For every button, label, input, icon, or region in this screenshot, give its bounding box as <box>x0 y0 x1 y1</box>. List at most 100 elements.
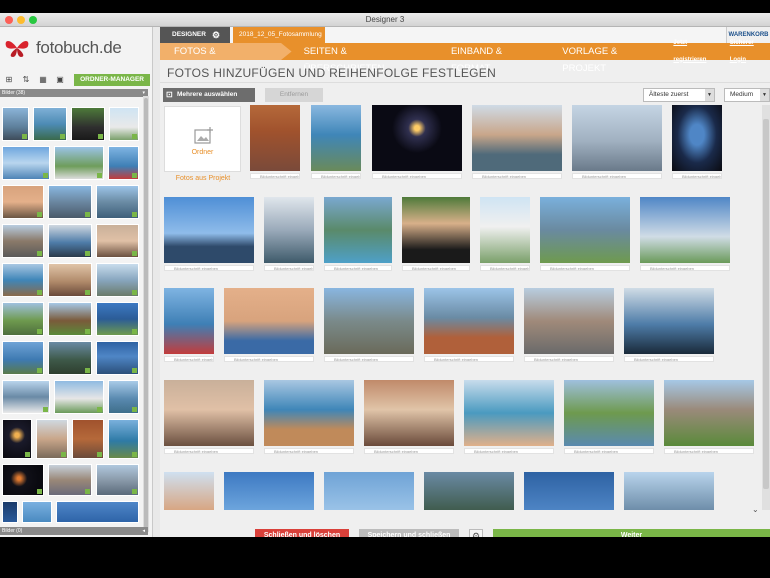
thumbnail[interactable] <box>2 263 44 297</box>
sort-select[interactable]: Älteste zuerst ▼ <box>643 88 715 102</box>
photo-card[interactable]: Bildunterschrift eingeben <box>524 288 614 362</box>
caption-input[interactable]: Bildunterschrift eingeben <box>250 173 300 179</box>
thumbnail[interactable] <box>2 341 44 375</box>
caption-input[interactable]: Bildunterschrift eingeben <box>372 173 462 179</box>
settings-gear-icon[interactable]: ⚙ <box>469 529 483 537</box>
next-button[interactable]: Weiter <box>493 529 770 537</box>
photo-card[interactable]: Bildunterschrift eingeben <box>624 288 714 362</box>
photo-card[interactable]: Bildunterschrift eingeben <box>364 380 454 454</box>
thumbnail[interactable] <box>48 302 92 336</box>
thumbnail[interactable] <box>22 501 52 523</box>
thumbnail[interactable] <box>2 224 44 258</box>
photo-card[interactable]: Bildunterschrift eingeben <box>324 197 392 271</box>
display-icon[interactable]: ▣ <box>53 75 67 85</box>
thumbnail[interactable] <box>96 263 139 297</box>
close-and-delete-button[interactable]: Schließen und löschen <box>255 529 349 537</box>
caption-input[interactable]: Bildunterschrift eingeben <box>224 356 314 362</box>
photo-card[interactable]: Bildunterschrift eingeben <box>311 105 361 179</box>
photo-card[interactable]: Bildunterschrift eingeben <box>324 288 414 362</box>
photo-card[interactable]: Bildunterschrift eingeben <box>424 288 514 362</box>
thumbnail[interactable] <box>96 464 139 496</box>
thumbnail[interactable] <box>2 419 32 459</box>
photo-card[interactable] <box>164 472 214 510</box>
caption-input[interactable]: Bildunterschrift eingeben <box>324 356 414 362</box>
minimize-window-icon[interactable] <box>17 16 25 24</box>
main-scrollbar[interactable] <box>762 105 770 510</box>
thumbnail[interactable] <box>48 263 92 297</box>
section-header-images[interactable]: Bilder (38) ▾ <box>0 89 148 97</box>
photo-card[interactable]: Bildunterschrift eingeben <box>464 380 554 454</box>
photo-card[interactable] <box>324 472 414 510</box>
save-and-close-button[interactable]: Speichern und schließen <box>359 529 459 537</box>
thumbnail[interactable] <box>2 302 44 336</box>
thumbnail[interactable] <box>108 419 139 459</box>
thumbnail[interactable] <box>109 107 139 141</box>
caption-input[interactable]: Bildunterschrift eingeben <box>402 265 470 271</box>
size-select[interactable]: Medium ▼ <box>724 88 770 102</box>
caption-input[interactable]: Bildunterschrift eingeben <box>424 356 514 362</box>
caption-input[interactable]: Bildunterschrift eingeben <box>311 173 361 179</box>
step-template-project[interactable]: VORLAGE & PROJEKT <box>562 43 659 74</box>
photo-card[interactable]: Bildunterschrift eingeben <box>372 105 462 179</box>
thumbnail[interactable] <box>96 302 139 336</box>
caption-input[interactable]: Bildunterschrift eingeben <box>264 265 314 271</box>
thumbnail[interactable] <box>2 185 44 219</box>
caption-input[interactable]: Bildunterschrift eingeben <box>164 265 254 271</box>
photo-card[interactable]: Bildunterschrift eingeben <box>250 105 300 179</box>
caption-input[interactable]: Bildunterschrift eingeben <box>524 356 614 362</box>
thumbnail[interactable] <box>96 224 139 258</box>
photo-card[interactable]: Bildunterschrift eingeben <box>264 380 354 454</box>
step-pages-titles[interactable]: SEITEN & ÜBERSCHRIFTEN <box>304 43 425 74</box>
photo-card[interactable] <box>424 472 514 510</box>
caption-input[interactable]: Bildunterschrift eingeben <box>480 265 530 271</box>
close-window-icon[interactable] <box>5 16 13 24</box>
photo-card[interactable]: Bildunterschrift eingeben <box>402 197 470 271</box>
photo-card[interactable]: Bildunterschrift eingeben <box>264 197 314 271</box>
collapse-icon[interactable]: ◂ <box>142 527 145 535</box>
caption-input[interactable]: Bildunterschrift eingeben <box>164 356 214 362</box>
thumbnail[interactable] <box>48 185 92 219</box>
photo-card[interactable]: Bildunterschrift eingeben <box>640 197 730 271</box>
caption-input[interactable]: Bildunterschrift eingeben <box>624 356 714 362</box>
photo-card[interactable]: Bildunterschrift eingeben <box>224 288 314 362</box>
add-folder-button[interactable]: Ordner <box>164 106 241 172</box>
caption-input[interactable]: Bildunterschrift eingeben <box>672 173 722 179</box>
photo-card[interactable]: Bildunterschrift eingeben <box>572 105 662 179</box>
photos-from-project-link[interactable]: Fotos aus Projekt <box>163 175 243 182</box>
caption-input[interactable]: Bildunterschrift eingeben <box>564 448 654 454</box>
sort-icon[interactable]: ⇅ <box>19 75 33 85</box>
thumbnail[interactable] <box>48 464 92 496</box>
photo-card[interactable]: Bildunterschrift eingeben <box>164 288 214 362</box>
thumbnail[interactable] <box>56 501 139 523</box>
thumbnail[interactable] <box>96 185 139 219</box>
remove-button[interactable]: Entfernen <box>265 88 323 102</box>
thumbnail[interactable] <box>48 224 92 258</box>
photo-card[interactable]: Bildunterschrift eingeben <box>664 380 754 454</box>
thumbnail[interactable] <box>108 380 139 414</box>
photo-card[interactable] <box>224 472 314 510</box>
photo-card[interactable] <box>624 472 714 510</box>
caption-input[interactable]: Bildunterschrift eingeben <box>364 448 454 454</box>
tab-project[interactable]: 2018_12_05_Fotosammlung <box>233 27 325 43</box>
thumbnail[interactable] <box>108 146 139 180</box>
multi-select-button[interactable]: ⊡ Mehrere auswählen <box>163 88 255 102</box>
caption-input[interactable]: Bildunterschrift eingeben <box>540 265 630 271</box>
thumbnail[interactable] <box>96 341 139 375</box>
zoom-window-icon[interactable] <box>29 16 37 24</box>
thumbnail[interactable] <box>48 341 92 375</box>
caption-input[interactable]: Bildunterschrift eingeben <box>472 173 562 179</box>
thumbnail[interactable] <box>54 380 104 414</box>
photo-card[interactable]: Bildunterschrift eingeben <box>564 380 654 454</box>
caption-input[interactable]: Bildunterschrift eingeben <box>572 173 662 179</box>
photo-card[interactable]: Bildunterschrift eingeben <box>164 197 254 271</box>
caption-input[interactable]: Bildunterschrift eingeben <box>664 448 754 454</box>
thumbnail[interactable] <box>71 107 105 141</box>
tab-designer[interactable]: DESIGNER ⚙ <box>160 27 230 43</box>
photo-card[interactable]: Bildunterschrift eingeben <box>480 197 530 271</box>
photo-card[interactable]: Bildunterschrift eingeben <box>672 105 722 179</box>
step-cover-format[interactable]: EINBAND & FORMAT <box>451 43 540 74</box>
section-header-images-empty[interactable]: Bilder (0) ◂ <box>0 527 148 535</box>
caption-input[interactable]: Bildunterschrift eingeben <box>324 265 392 271</box>
thumbnail[interactable] <box>54 146 104 180</box>
step-photos-order[interactable]: FOTOS & REIHENFOLGE <box>160 43 292 60</box>
